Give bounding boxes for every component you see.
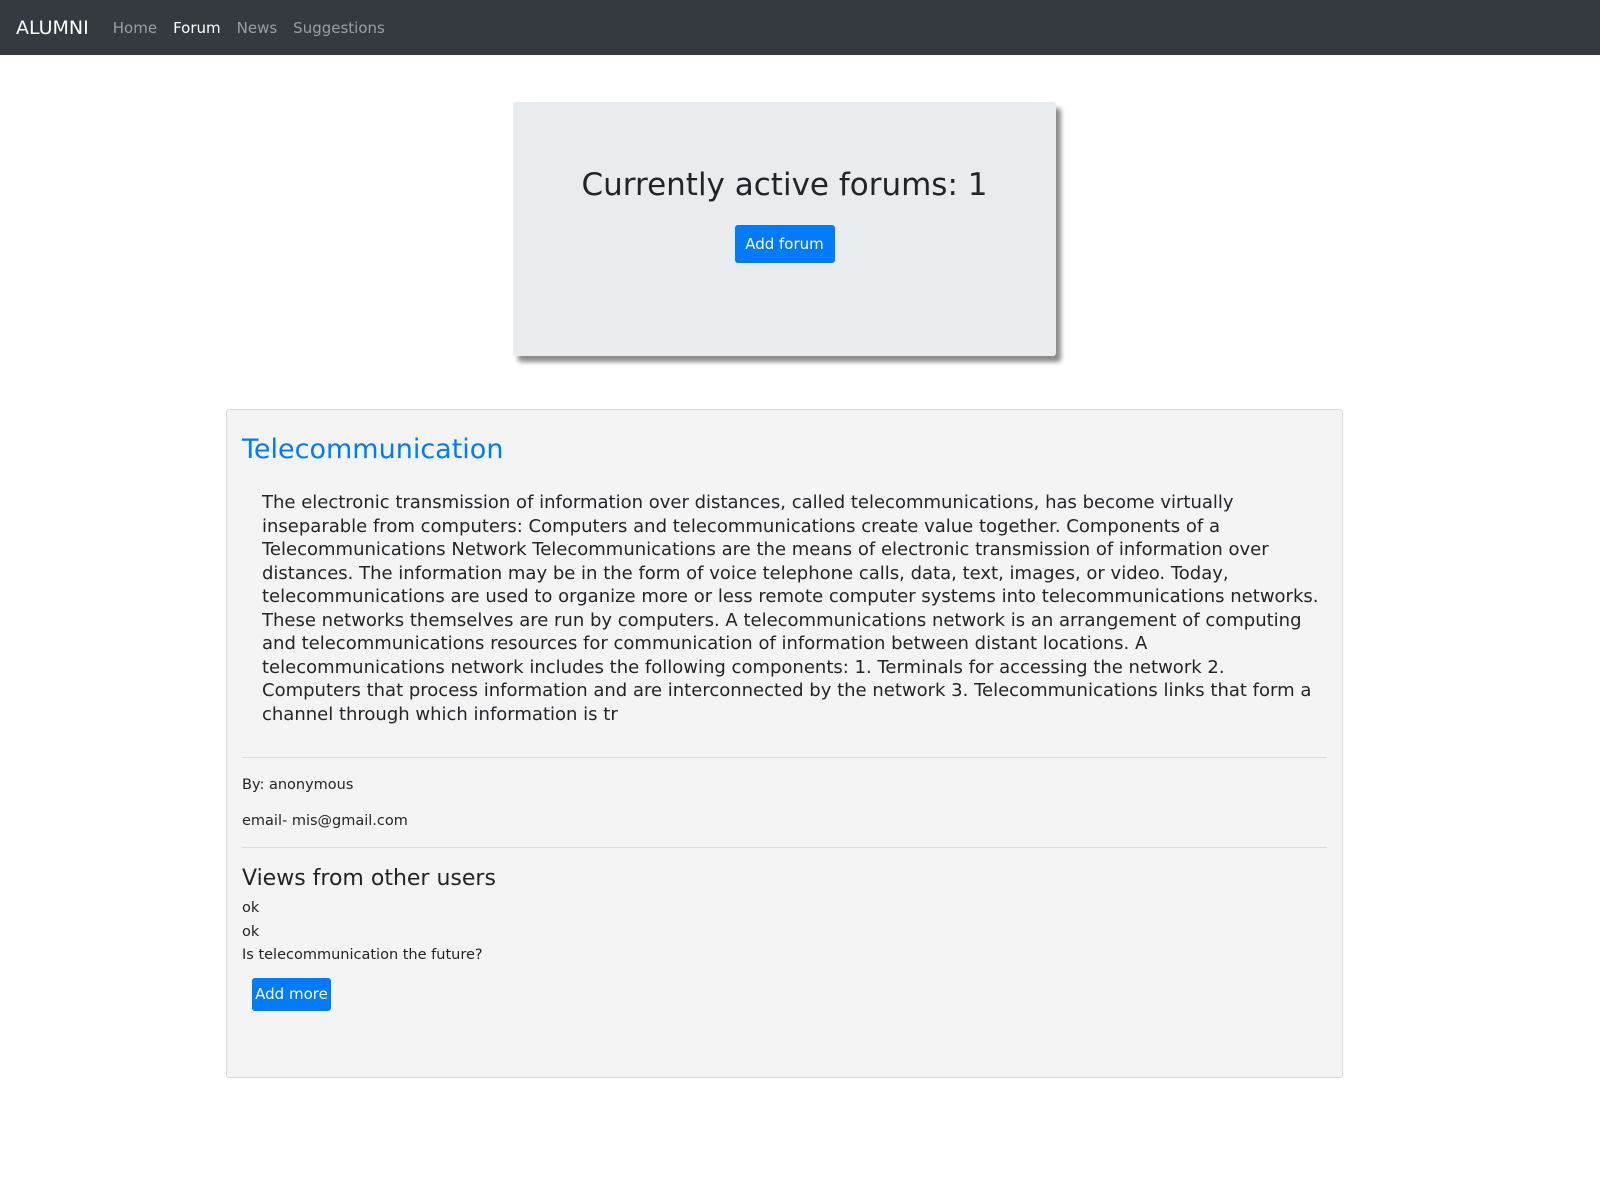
forum-card: Telecommunication The electronic transmi… [226,409,1343,1078]
add-more-button[interactable]: Add more [252,977,331,1011]
forum-author: By: anonymous [242,777,354,793]
forum-email: email- mis@gmail.com [242,813,408,829]
brand-logo-link[interactable]: ALUMNI [16,17,89,39]
forum-body: The electronic transmission of informati… [262,492,1319,725]
nav-link-news[interactable]: News [237,19,278,37]
active-forums-count: Currently active forums: 1 [581,167,988,203]
comment-item: ok [242,923,260,940]
nav-link-home[interactable]: Home [113,19,157,37]
comment-item: ok [242,900,260,916]
active-forums-jumbotron: Currently active forums: 1 Add forum [513,102,1056,356]
divider [242,757,1327,758]
top-navbar: ALUMNI Home Forum News Suggestions [0,0,1600,55]
add-forum-button[interactable]: Add forum [734,225,835,263]
divider [242,847,1327,848]
nav-link-forum[interactable]: Forum [173,19,221,37]
comment-item: Is telecommunication the future? [242,947,483,963]
comment-list: ok ok Is telecommunication the future? [242,897,1327,968]
forum-title: Telecommunication [242,434,504,465]
views-heading: Views from other users [242,866,496,891]
nav-link-suggestions[interactable]: Suggestions [293,19,385,37]
